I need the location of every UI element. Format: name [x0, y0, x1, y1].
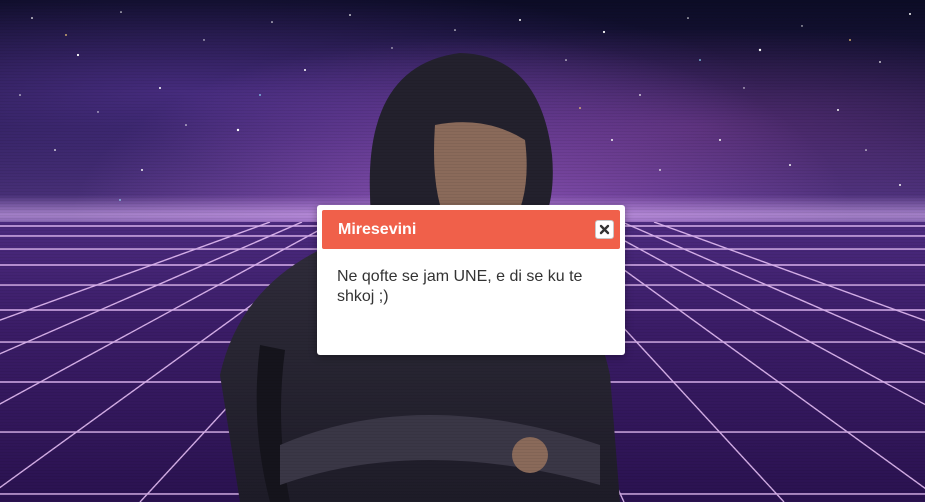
modal-message: Ne qofte se jam UNE, e di se ku te shkoj…: [337, 268, 583, 305]
welcome-modal: Miresevini Ne qofte se jam UNE, e di se …: [317, 205, 625, 355]
modal-header: Miresevini: [322, 210, 620, 249]
close-icon: [599, 224, 610, 235]
page-background: Miresevini Ne qofte se jam UNE, e di se …: [0, 0, 925, 502]
modal-title: Miresevini: [338, 221, 417, 238]
close-button[interactable]: [595, 220, 614, 239]
